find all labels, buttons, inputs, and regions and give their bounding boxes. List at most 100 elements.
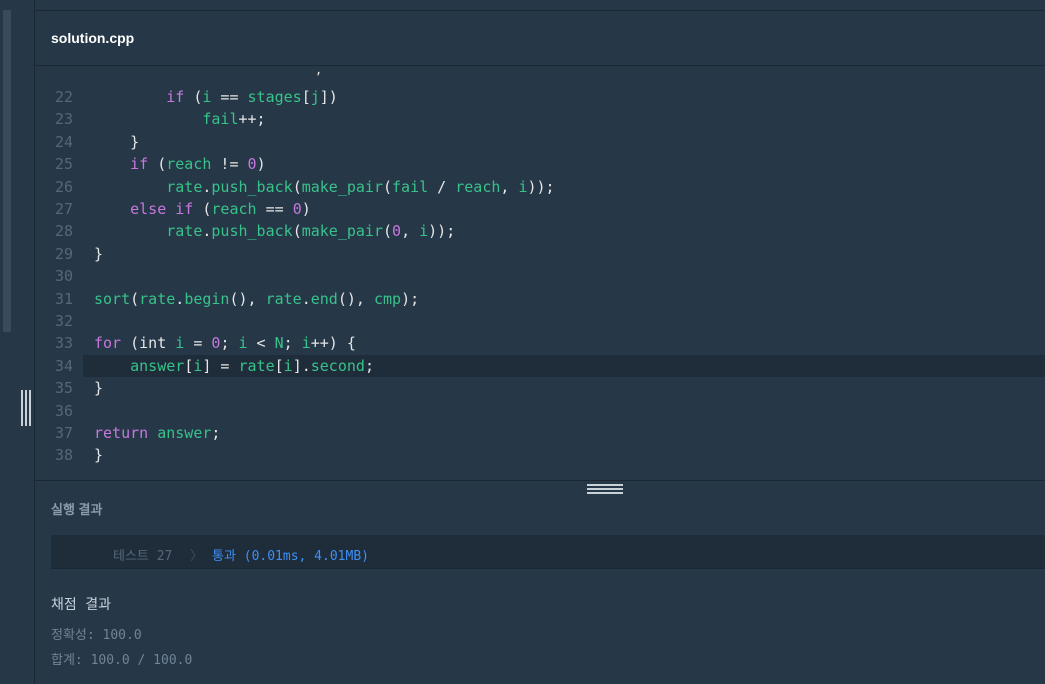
results-header: 실행 결과 bbox=[35, 480, 1045, 536]
code-token: [ bbox=[274, 356, 284, 375]
line-number: 26 bbox=[54, 177, 73, 196]
code-line[interactable]: 35} bbox=[35, 377, 1045, 399]
code-line[interactable]: 22 if (i == stages[j]) bbox=[35, 86, 1045, 108]
code-token: = bbox=[184, 334, 212, 353]
code-line[interactable]: 29} bbox=[35, 243, 1045, 265]
line-code: sort(rate.begin(), rate.end(), cmp); bbox=[94, 288, 419, 310]
file-tab[interactable]: solution.cpp bbox=[35, 11, 1045, 66]
code-token: begin bbox=[184, 289, 230, 308]
code-token: ( bbox=[292, 222, 302, 241]
line-code: if (i == stages[j]) bbox=[94, 86, 338, 108]
grading-total: 합계: 100.0 / 100.0 bbox=[51, 653, 193, 668]
line-number: 34 bbox=[54, 356, 73, 375]
code-token: for bbox=[94, 334, 122, 353]
code-token: == bbox=[211, 88, 248, 106]
code-token: j bbox=[310, 88, 320, 106]
partial-line-fragment: , bbox=[315, 66, 323, 77]
code-token: if bbox=[130, 155, 149, 174]
code-line[interactable]: 28 rate.push_back(make_pair(0, i)); bbox=[35, 220, 1045, 242]
code-token: reach bbox=[455, 177, 501, 196]
code-line[interactable]: 27 else if (reach == 0) bbox=[35, 198, 1045, 220]
chevron-right-icon: 〉 bbox=[190, 549, 204, 564]
line-number: 35 bbox=[54, 379, 73, 398]
code-token: i bbox=[419, 222, 429, 241]
file-tab-name: solution.cpp bbox=[51, 30, 135, 46]
code-token: . bbox=[301, 289, 311, 308]
code-token: push_back bbox=[211, 177, 293, 196]
code-token: stages bbox=[247, 88, 302, 106]
line-number: 22 bbox=[54, 88, 73, 106]
line-number: 36 bbox=[54, 401, 73, 420]
horizontal-resize-handle-icon[interactable] bbox=[587, 484, 623, 494]
code-token: rate bbox=[166, 177, 203, 196]
code-token: rate bbox=[238, 356, 275, 375]
code-line[interactable]: 38} bbox=[35, 444, 1045, 466]
line-number: 23 bbox=[54, 110, 73, 129]
line-code: } bbox=[94, 131, 139, 153]
code-token: ( bbox=[383, 177, 393, 196]
code-token: fail bbox=[202, 110, 239, 129]
results-title: 실행 결과 bbox=[51, 502, 103, 517]
code-token: rate bbox=[166, 222, 203, 241]
code-token: ; bbox=[211, 424, 221, 442]
code-token: 0 bbox=[247, 155, 257, 174]
code-token: , bbox=[500, 177, 519, 196]
code-token: i bbox=[283, 356, 293, 375]
code-line[interactable]: 34 answer[i] = rate[i].second; bbox=[55, 354, 1045, 377]
code-token: N bbox=[274, 334, 284, 353]
code-token: ( bbox=[292, 177, 302, 196]
code-line[interactable]: 36 bbox=[35, 400, 1045, 422]
code-token: ( bbox=[130, 289, 140, 308]
code-token: } bbox=[94, 244, 104, 263]
code-line[interactable]: 31 sort(rate.begin(), rate.end(), cmp); bbox=[35, 288, 1045, 310]
code-line[interactable]: 33 for (int i = 0; i < N; i++) { bbox=[35, 332, 1045, 354]
line-code: for (int i = 0; i < N; i++) { bbox=[94, 332, 356, 354]
code-line[interactable]: 23 fail++; bbox=[35, 108, 1045, 130]
code-token: ]. bbox=[292, 356, 311, 375]
code-token: 0 bbox=[392, 222, 402, 241]
code-token: ; bbox=[364, 356, 374, 375]
code-line[interactable]: 32 bbox=[35, 310, 1045, 332]
code-line[interactable]: 37 return answer; bbox=[35, 422, 1045, 444]
line-code: fail++; bbox=[94, 108, 266, 130]
code-token: make_pair bbox=[301, 177, 383, 196]
code-token: second bbox=[310, 356, 365, 375]
code-token: ( bbox=[383, 222, 393, 241]
code-token: [ bbox=[184, 356, 194, 375]
vertical-resize-handle-icon[interactable] bbox=[20, 390, 32, 426]
code-token: )); bbox=[527, 177, 555, 196]
code-line[interactable]: 25 if (reach != 0) bbox=[35, 153, 1045, 175]
line-number: 38 bbox=[54, 446, 73, 465]
code-token: push_back bbox=[211, 222, 293, 241]
code-token: , bbox=[401, 222, 420, 241]
line-number: 32 bbox=[54, 312, 73, 330]
code-token: answer bbox=[157, 424, 212, 442]
code-line[interactable]: 30 bbox=[35, 265, 1045, 287]
code-token: ; bbox=[220, 334, 239, 353]
line-code: answer[i] = rate[i].second; bbox=[94, 355, 374, 377]
code-token: else if bbox=[130, 200, 194, 218]
left-panel-scrollbar[interactable] bbox=[3, 10, 11, 332]
code-token: ++; bbox=[238, 110, 266, 129]
results-body: 테스트 27 〉 통과 (0.01ms, 4.01MB) 채점 결과 정확성: … bbox=[35, 535, 1045, 684]
code-token: ]) bbox=[319, 88, 338, 106]
test-result-text: 통과 (0.01ms, 4.01MB) bbox=[212, 549, 369, 564]
test-label: 테스트 27 bbox=[113, 549, 173, 564]
code-line[interactable]: 26 rate.push_back(make_pair(fail / reach… bbox=[35, 176, 1045, 198]
line-number: 28 bbox=[54, 222, 73, 241]
code-token: == bbox=[256, 200, 293, 218]
line-code: } bbox=[94, 444, 103, 466]
code-editor[interactable]: , 22 if (i == stages[j]) 23 fail++; 24 } 25… bbox=[35, 66, 1045, 480]
test-result-row: 테스트 27 〉 통과 (0.01ms, 4.01MB) bbox=[51, 535, 1045, 569]
code-token: end bbox=[310, 289, 338, 308]
code-line[interactable]: 24 } bbox=[35, 131, 1045, 153]
line-code: } bbox=[94, 243, 103, 265]
code-token: i bbox=[518, 177, 528, 196]
code-token: ); bbox=[401, 289, 420, 308]
code-token: i bbox=[301, 334, 311, 353]
code-token: return bbox=[94, 424, 149, 442]
